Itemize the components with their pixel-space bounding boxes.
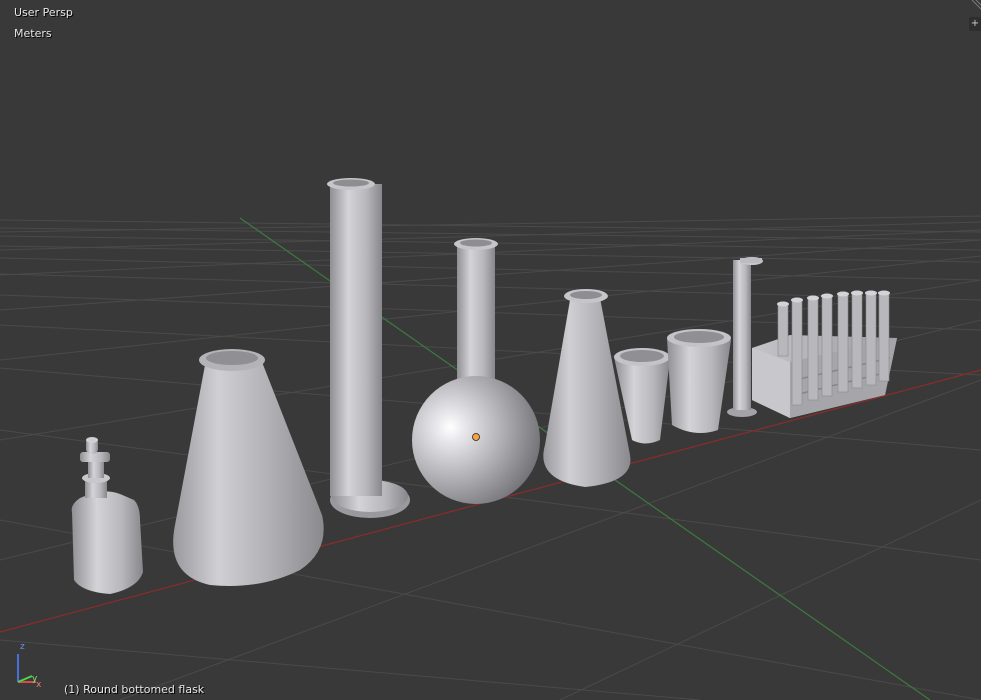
erlenmeyer-flask-medium-model[interactable] — [543, 289, 631, 487]
axis-gizmo: z y x — [8, 640, 48, 690]
gizmo-z-label: z — [20, 642, 25, 652]
plus-icon: + — [970, 18, 980, 29]
view-name-label: User Persp — [14, 6, 73, 19]
3d-viewport[interactable]: User Persp Meters (1) Round bottomed fla… — [0, 0, 981, 700]
gizmo-x-label: x — [36, 680, 42, 690]
properties-toggle-button[interactable]: + — [969, 17, 981, 31]
round-bottomed-flask-model[interactable] — [412, 238, 540, 504]
test-tube-rack-model[interactable] — [752, 290, 897, 419]
graduated-cylinder-model[interactable] — [327, 178, 410, 518]
scene-canvas[interactable] — [0, 0, 981, 700]
selected-object-label: (1) Round bottomed flask — [64, 683, 205, 696]
units-label: Meters — [14, 27, 52, 40]
area-split-corner-icon[interactable] — [969, 0, 981, 12]
reagent-bottle-model[interactable] — [71, 437, 143, 594]
object-origin-marker — [472, 433, 480, 441]
beaker-large-model[interactable] — [667, 329, 731, 434]
